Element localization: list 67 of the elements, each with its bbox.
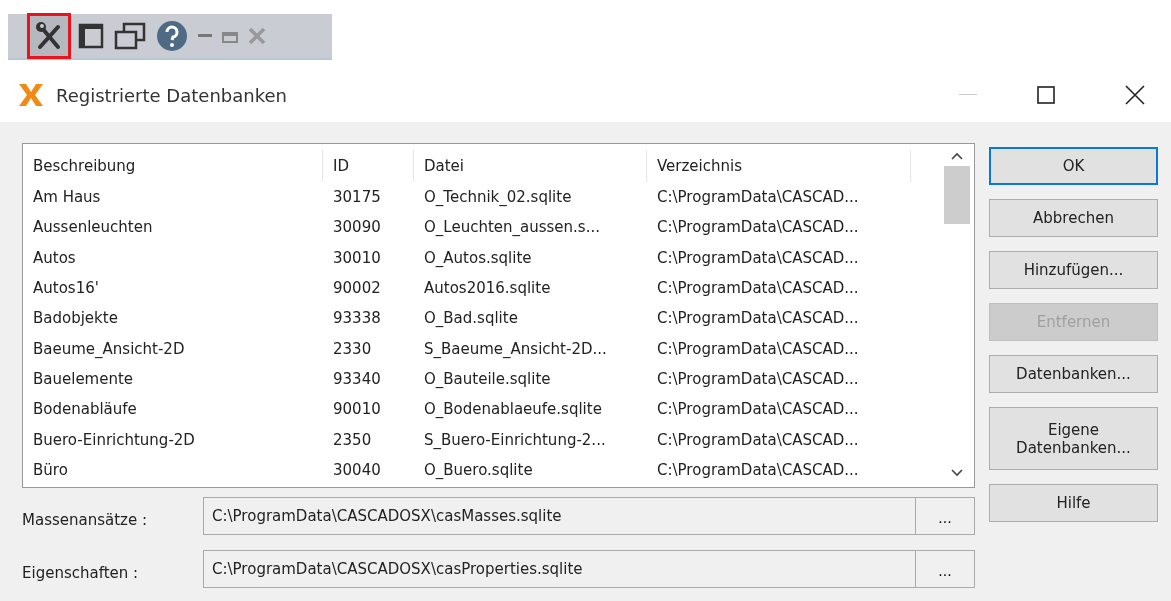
field-label: Eigenschaften : (22, 563, 140, 582)
dialog-button[interactable]: Hilfe (989, 484, 1158, 522)
table-cell-text: O_Technik_02.sqlite (423, 188, 573, 207)
table-cell-text: Autos (32, 248, 77, 267)
table-cell-text: O_Bauteile.sqlite (423, 369, 552, 388)
table-cell-text: O_Buero.sqlite (423, 460, 534, 479)
table-cell-text: C:\ProgramData\CASCAD... (656, 248, 860, 267)
table-cell-text: Bauelemente (32, 369, 135, 388)
table-cell-text: 90010 (332, 400, 382, 419)
table-cell-text: Büro (32, 460, 69, 479)
field-label: Massenansätze : (22, 510, 148, 529)
table-cell-text: C:\ProgramData\CASCAD... (656, 460, 860, 479)
path-field[interactable]: C:\ProgramData\CASCADOSX\casMasses.sqlite (203, 497, 915, 535)
table-cell-text: 30175 (332, 188, 382, 207)
table-cell-text: O_Leuchten_aussen.s... (423, 218, 601, 237)
scroll-up-icon[interactable] (951, 152, 963, 160)
help-icon[interactable] (156, 20, 188, 52)
dialog-button[interactable]: Eigene Datenbanken... (989, 407, 1158, 470)
table-cell-text: 93340 (332, 369, 382, 388)
table-cell-text: O_Bodenablaeufe.sqlite (423, 400, 603, 419)
table-cell-text: C:\ProgramData\CASCAD... (656, 218, 860, 237)
table-cell-text: O_Autos.sqlite (423, 248, 533, 267)
table-cell-text: 2350 (332, 430, 373, 449)
path-field[interactable]: C:\ProgramData\CASCADOSX\casProperties.sqlite (203, 550, 915, 588)
column-header[interactable]: Verzeichnis (647, 150, 911, 182)
table-cell-text: S_Baeume_Ansicht-2D... (423, 339, 608, 358)
dialog-button[interactable]: Abbrechen (989, 199, 1158, 237)
table-cell-text: O_Bad.sqlite (423, 309, 519, 328)
table-cell-text: C:\ProgramData\CASCAD... (656, 188, 860, 207)
table-cell-text: C:\ProgramData\CASCAD... (656, 369, 860, 388)
table-cell-text: Baeume_Ansicht-2D (32, 339, 186, 358)
close-icon[interactable] (1125, 85, 1145, 105)
table-cell-text: 30090 (332, 218, 382, 237)
panel-icon[interactable] (78, 23, 104, 49)
table-cell-text: 30010 (332, 248, 382, 267)
table-cell-text: 2330 (332, 339, 373, 358)
table-cell-text: Aussenleuchten (32, 218, 154, 237)
dialog-button[interactable]: OK (989, 147, 1158, 185)
scroll-down-icon[interactable] (951, 469, 963, 477)
dialog-button[interactable]: Datenbanken... (989, 355, 1158, 393)
table-cell-text: C:\ProgramData\CASCAD... (656, 279, 860, 298)
column-header[interactable]: Datei (414, 150, 647, 182)
maximize-icon[interactable] (1037, 86, 1055, 104)
scroll-thumb[interactable] (944, 166, 970, 224)
table-cell-text: Am Haus (32, 188, 102, 207)
table-cell-text: Autos2016.sqlite (423, 279, 552, 298)
table-cell-text: Autos16' (32, 279, 100, 298)
browse-button[interactable]: ... (915, 550, 975, 588)
table-cell-text: 30040 (332, 460, 382, 479)
table-cell-text: S_Buero-Einrichtung-2... (423, 430, 607, 449)
table-cell-text: C:\ProgramData\CASCAD... (656, 339, 860, 358)
column-header[interactable]: ID (323, 150, 414, 182)
table-cell-text: Buero-Einrichtung-2D (32, 430, 196, 449)
table-cell-text: C:\ProgramData\CASCAD... (656, 400, 860, 419)
windows-icon[interactable] (114, 22, 146, 50)
browse-button[interactable]: ... (915, 497, 975, 535)
table-cell-text: Badobjekte (32, 309, 119, 328)
table-cell-text: Bodenabläufe (32, 400, 138, 419)
table-cell-text: C:\ProgramData\CASCAD... (656, 309, 860, 328)
minimize-icon[interactable] (198, 34, 212, 38)
table-cell-text: 93338 (332, 309, 382, 328)
table-cell-text: 90002 (332, 279, 382, 298)
table-cell-text: C:\ProgramData\CASCAD... (656, 430, 860, 449)
window-title: Registrierte Datenbanken (56, 84, 287, 106)
app-logo-icon (18, 83, 44, 107)
dialog-button[interactable]: Hinzufügen... (989, 251, 1158, 289)
column-header[interactable]: Beschreibung (23, 150, 323, 182)
